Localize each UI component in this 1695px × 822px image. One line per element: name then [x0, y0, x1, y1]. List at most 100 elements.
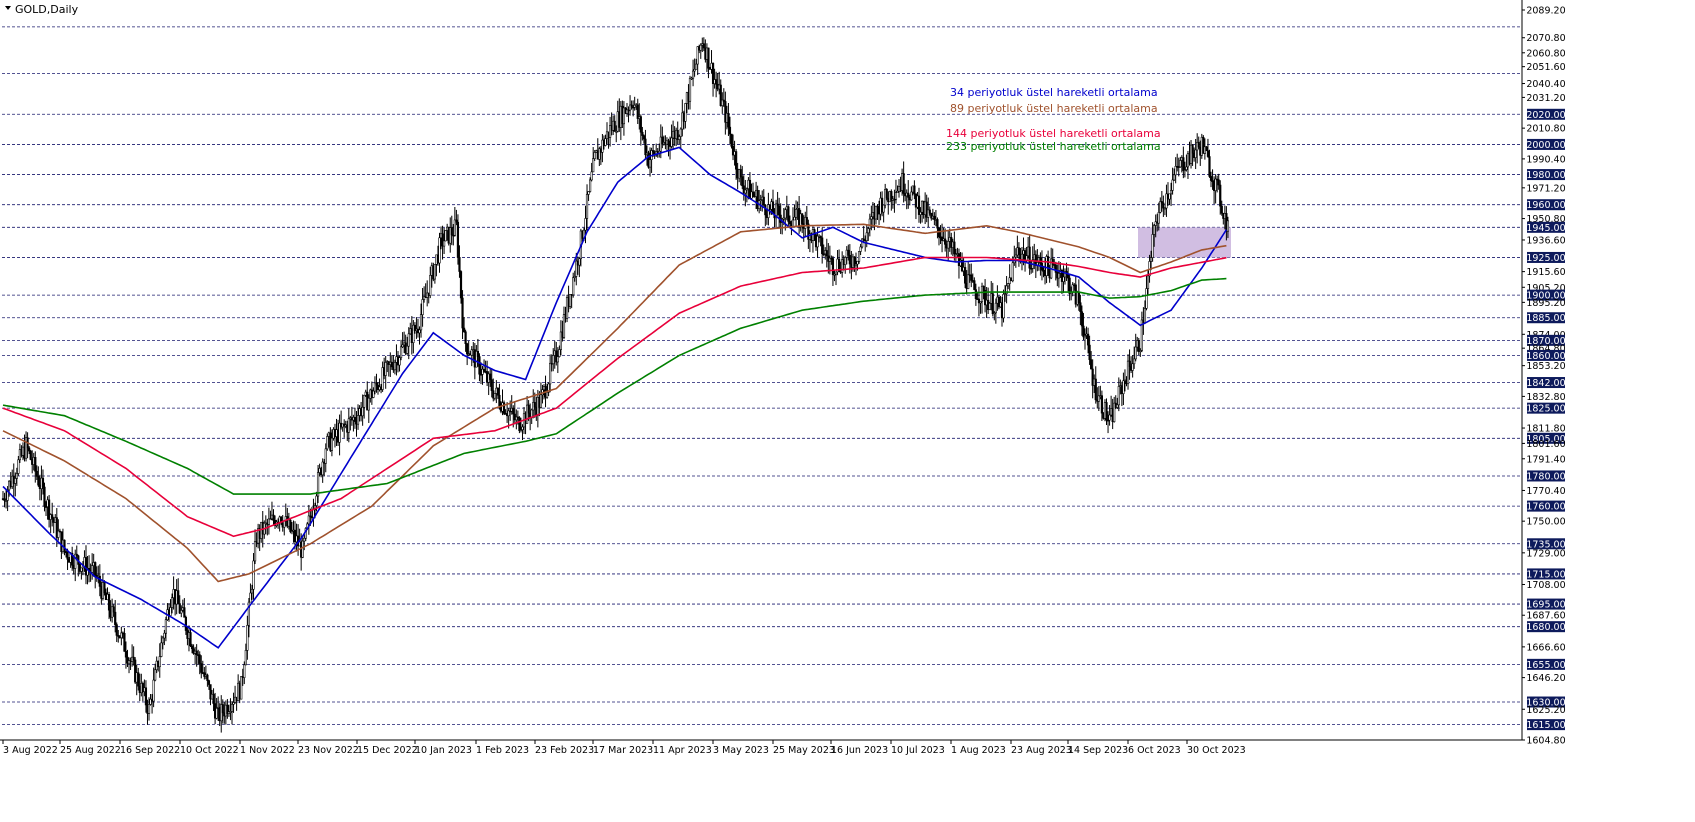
price-level-label: 1655.00 [1526, 660, 1565, 671]
price-tick-label: 2040.40 [1526, 79, 1565, 90]
candle-body [215, 708, 218, 719]
candle-body [679, 128, 682, 137]
price-tick-label: 1687.60 [1526, 611, 1565, 622]
candle-body [458, 257, 461, 272]
candle-body [80, 567, 83, 572]
candle-body [868, 218, 871, 229]
time-tick-label: 1 Aug 2023 [951, 745, 1006, 756]
candle-body [455, 219, 458, 223]
candle-body [1149, 257, 1153, 262]
price-tick-label: 2089.20 [1526, 6, 1565, 17]
price-tick-label: 1604.80 [1526, 736, 1565, 747]
candle-body [123, 632, 126, 652]
candle-body [735, 151, 738, 170]
candle-body [243, 664, 246, 678]
candle-body [158, 656, 161, 668]
candle-body [43, 486, 46, 507]
price-level-label: 1760.00 [1526, 502, 1565, 513]
price-tick-label: 1770.40 [1526, 486, 1565, 497]
candle-body [944, 238, 947, 245]
candle-body [590, 171, 593, 181]
candle-body [821, 237, 824, 255]
candle-body [393, 362, 397, 371]
candle-body [1169, 190, 1173, 195]
candle-body [784, 209, 787, 219]
candle-body [1116, 404, 1119, 408]
candle-body [569, 294, 572, 307]
time-tick-label: 23 Nov 2022 [298, 745, 359, 756]
time-tick-label: 23 Feb 2023 [535, 745, 594, 756]
candle-body [764, 204, 767, 216]
candle-body [180, 610, 183, 614]
candle-body [870, 216, 873, 220]
candle-body [384, 362, 387, 376]
candle-body [250, 588, 254, 594]
candle-body [1194, 149, 1197, 158]
candle-body [246, 625, 249, 651]
candle-body [1157, 211, 1160, 224]
candle-body [910, 191, 913, 201]
candle-body [928, 209, 931, 214]
price-tick-label: 1971.20 [1526, 183, 1565, 194]
candle-body [1122, 380, 1125, 394]
candle-body [230, 704, 234, 712]
candle-body [399, 346, 403, 358]
candle-body [63, 539, 66, 552]
candle-body [37, 476, 40, 486]
candle-body [190, 645, 194, 650]
candle-body [390, 361, 393, 368]
candle-body [1182, 157, 1185, 171]
candle-body [164, 619, 168, 634]
candle-body [604, 138, 607, 146]
price-tick-label: 1625.20 [1526, 705, 1565, 716]
candle-body [363, 394, 366, 408]
candle-body [533, 402, 536, 408]
candle-body [1128, 360, 1131, 367]
candle-body [107, 594, 111, 611]
price-tick-label: 1853.20 [1526, 361, 1565, 372]
candle-body [639, 116, 642, 133]
price-level-label: 1825.00 [1526, 404, 1565, 415]
candle-body [793, 216, 796, 221]
candle-body [585, 194, 589, 219]
time-tick-label: 14 Sep 2023 [1068, 745, 1128, 756]
price-level-label: 1780.00 [1526, 471, 1565, 482]
candle-body [642, 135, 645, 140]
candle-body [902, 173, 905, 194]
price-level-label: 1680.00 [1526, 622, 1565, 633]
candle-body [874, 205, 878, 220]
price-tick-label: 2051.60 [1526, 62, 1565, 73]
time-tick-label: 3 Aug 2022 [3, 745, 58, 756]
candle-body [407, 333, 410, 347]
candle-body [418, 329, 421, 334]
candle-body [994, 302, 997, 314]
candle-body [252, 560, 255, 590]
price-level-label: 1980.00 [1526, 170, 1565, 181]
candle-body [478, 356, 481, 375]
candle-body [1011, 262, 1014, 282]
candle-body [1145, 288, 1148, 309]
candle-body [1153, 225, 1156, 235]
candle-body [776, 203, 779, 207]
candle-body [787, 206, 790, 222]
candle-body [124, 651, 128, 658]
price-level-label: 1885.00 [1526, 313, 1565, 324]
candle-body [367, 397, 370, 411]
price-tick-label: 1801.60 [1526, 439, 1565, 450]
candle-body [419, 314, 423, 331]
candle-body [444, 230, 447, 242]
candle-body [727, 112, 730, 128]
symbol-header[interactable]: GOLD,Daily [5, 3, 79, 16]
candle-body [112, 606, 115, 613]
candle-body [678, 136, 681, 140]
candle-body [648, 159, 652, 168]
candle-body [421, 299, 424, 315]
candle-body [356, 415, 360, 425]
candle-body [1168, 193, 1171, 200]
candle-body [152, 679, 155, 702]
candle-body [907, 192, 910, 198]
candle-body [433, 263, 436, 280]
candle-body [489, 373, 492, 380]
price-tick-label: 1750.00 [1526, 517, 1565, 528]
candle-body [253, 541, 257, 562]
